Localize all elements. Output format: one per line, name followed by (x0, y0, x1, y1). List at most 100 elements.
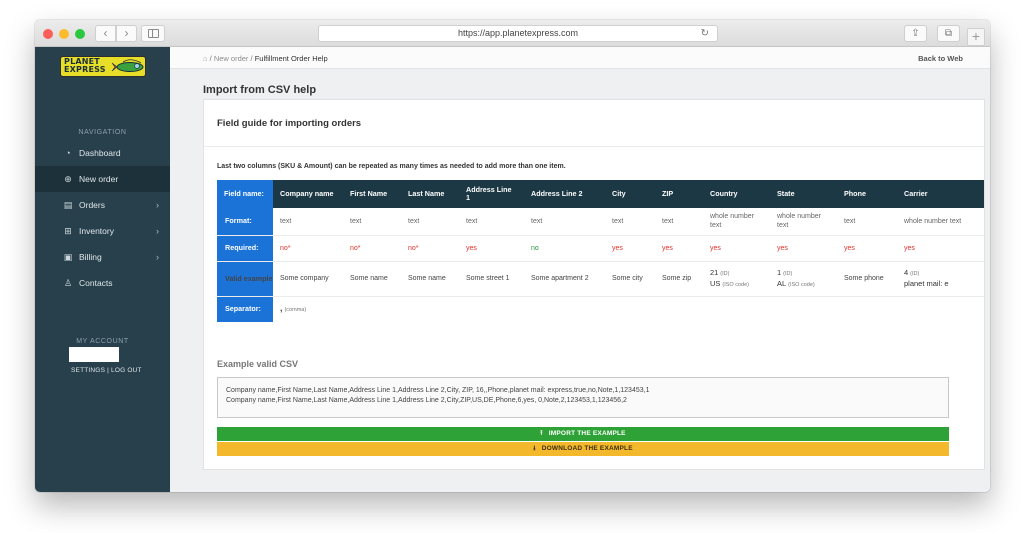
breadcrumb-new-order[interactable]: New order (214, 54, 249, 63)
column-header: Carrier (897, 180, 984, 208)
sidebar-item-inventory[interactable]: ⊞ Inventory › (35, 218, 170, 244)
navigation-header: NAVIGATION (78, 129, 127, 136)
separator-value: , (280, 302, 283, 313)
show-tabs-button[interactable]: ⧉ (937, 25, 960, 42)
table-cell-state: 1 (ID) AL (ISO code) (770, 261, 837, 297)
new-tab-button[interactable]: + (967, 28, 985, 46)
settings-link[interactable]: SETTINGS (71, 367, 105, 374)
table-cell: text (273, 208, 343, 236)
import-example-button[interactable]: ⭱ IMPORT THE EXAMPLE (217, 427, 949, 441)
breadcrumb-separator: / (250, 54, 253, 63)
table-cell: yes (459, 235, 524, 262)
share-button[interactable]: ⇪ (904, 25, 927, 42)
logout-link[interactable]: LOG OUT (111, 367, 142, 374)
sidebar-item-new-order[interactable]: ⊕ New order (35, 166, 170, 192)
sidebar-item-contacts[interactable]: ♙ Contacts (35, 270, 170, 296)
top-bar: ⌂ / New order / Fulfillment Order Help B… (170, 47, 990, 69)
sidebar-item-billing[interactable]: ▣ Billing › (35, 244, 170, 270)
country-id-value: 21 (710, 267, 719, 277)
address-bar[interactable]: https://app.planetexpress.com ↻ (318, 25, 718, 42)
table-cell-carrier: 4 (ID) planet mail: e (897, 261, 984, 297)
table-cell: Some name (343, 261, 401, 297)
column-header: Address Line 1 (459, 180, 524, 208)
field-guide-table: Field name: Company name First Name Last… (217, 180, 984, 322)
account-header: MY ACCOUNT (76, 338, 129, 345)
sidebar-item-orders[interactable]: ▤ Orders › (35, 192, 170, 218)
minimize-window-button[interactable] (59, 29, 69, 39)
row-header-valid-examples: Valid examples: (217, 261, 273, 297)
download-example-button[interactable]: ⭳ DOWNLOAD THE EXAMPLE (217, 442, 949, 456)
forward-button[interactable]: › (116, 25, 137, 42)
help-card: Field guide for importing orders Last tw… (203, 99, 985, 470)
carrier-id-value: 4 (904, 268, 909, 277)
table-cell: Some company (273, 261, 343, 297)
chevron-right-icon: › (156, 226, 159, 236)
sidebar-item-label: Inventory (79, 226, 114, 236)
breadcrumb-current: Fulfillment Order Help (254, 54, 328, 63)
column-header: Phone (837, 180, 897, 208)
main-content: ⌂ / New order / Fulfillment Order Help B… (170, 47, 990, 492)
reload-icon[interactable]: ↻ (701, 26, 709, 41)
boxes-icon: ⊞ (64, 226, 72, 236)
page-title: Import from CSV help (203, 84, 317, 96)
repeat-columns-note: Last two columns (SKU & Amount) can be r… (217, 163, 566, 170)
download-button-label: DOWNLOAD THE EXAMPLE (541, 445, 633, 452)
table-cell: yes (605, 235, 655, 262)
example-csv-label: Example valid CSV (217, 359, 299, 369)
planet-express-logo[interactable]: PLANET EXPRESS (60, 56, 146, 77)
table-cell: Some street 1 (459, 261, 524, 297)
back-to-web-link[interactable]: Back to Web (918, 54, 963, 63)
table-cell: text (655, 208, 703, 236)
sidebar-toggle-button[interactable] (141, 25, 165, 42)
back-button[interactable]: ‹ (95, 25, 116, 42)
table-cell: no* (343, 235, 401, 262)
chevron-right-icon: › (124, 26, 129, 40)
plus-icon: + (971, 28, 981, 44)
clipboard-icon: ▤ (63, 200, 73, 210)
home-icon[interactable]: ⌂ (203, 54, 208, 63)
table-cell: yes (837, 235, 897, 262)
user-icon: ♙ (63, 278, 73, 288)
table-cell: text (401, 208, 459, 236)
share-icon: ⇪ (911, 28, 920, 39)
column-header: Address Line 2 (524, 180, 605, 208)
divider (204, 146, 984, 147)
spaceship-icon (111, 59, 144, 72)
row-header-separator: Separator: (217, 296, 273, 322)
example-csv-textarea[interactable]: Company name,First Name,Last Name,Addres… (217, 377, 949, 418)
zoom-window-button[interactable] (75, 29, 85, 39)
column-header: ZIP (655, 180, 703, 208)
table-row-separator: Separator: , (comma) (217, 296, 984, 322)
table-cell: Some city (605, 261, 655, 297)
table-cell: Some name (401, 261, 459, 297)
breadcrumb-separator: / (209, 54, 212, 63)
sidebar-icon (148, 29, 159, 38)
table-cell: no* (273, 235, 343, 262)
table-cell: whole number text (897, 208, 984, 236)
table-row-format: Format: text text text text text text te… (217, 208, 984, 236)
download-icon: ⭳ (533, 445, 536, 452)
table-cell: Some phone (837, 261, 897, 297)
close-window-button[interactable] (43, 29, 53, 39)
row-header-field-name: Field name: (217, 180, 273, 208)
table-cell: whole number text (703, 208, 770, 236)
sidebar: PLANET EXPRESS NAVIGATION ◔ Dashboard ⊕ … (35, 47, 170, 492)
breadcrumb: ⌂ / New order / Fulfillment Order Help (203, 54, 328, 63)
gauge-icon: ◔ (65, 148, 71, 158)
state-iso-value: AL (777, 278, 787, 288)
account-links: SETTINGS | LOG OUT (71, 367, 142, 374)
state-iso-note: (ISO code) (788, 281, 815, 288)
card-title: Field guide for importing orders (217, 118, 362, 129)
column-header: Country (703, 180, 770, 208)
empty-cell (343, 296, 984, 322)
sidebar-item-dashboard[interactable]: ◔ Dashboard (35, 140, 170, 166)
wallet-icon: ▣ (63, 252, 73, 262)
csv-line: Company name,First Name,Last Name,Addres… (226, 397, 627, 404)
table-cell: text (605, 208, 655, 236)
column-header: Company name (273, 180, 343, 208)
table-cell: text (459, 208, 524, 236)
browser-window: ‹ › https://app.planetexpress.com ↻ ⇪ ⧉ … (35, 20, 990, 492)
country-iso-value: US (710, 278, 721, 288)
csv-line: Company name,First Name,Last Name,Addres… (226, 387, 650, 394)
table-cell-country: 21 (ID) US (ISO code) (703, 261, 770, 297)
